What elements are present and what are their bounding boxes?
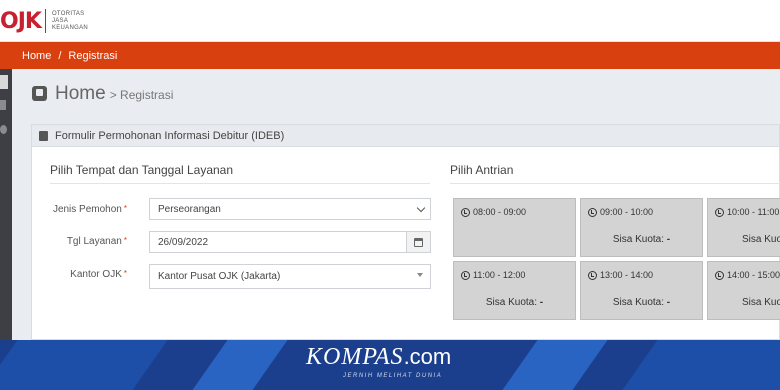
clock-icon <box>588 270 597 280</box>
jenis-pemohon-select[interactable]: Perseorangan <box>149 198 431 220</box>
slot-kuota: Sisa Kuot <box>708 297 780 308</box>
clock-icon <box>588 207 597 217</box>
kantor-ojk-select[interactable]: Kantor Pusat OJK (Jakarta) <box>149 264 431 289</box>
brand-text: KOMPAS <box>306 344 404 370</box>
logo-text: OTORITAS JASA KEUANGAN <box>52 11 88 32</box>
tgl-layanan-value: 26/09/2022 <box>158 236 209 248</box>
breadcrumb-registrasi: Registrasi <box>68 49 118 62</box>
kompas-logo[interactable]: KOMPAS.com JERNIH MELIHAT DUNIA <box>0 340 780 390</box>
label-jenis-pemohon: Jenis Pemohon * <box>32 204 127 215</box>
user-card-icon <box>39 130 48 141</box>
calendar-icon <box>414 237 423 247</box>
sidebar-list-icon[interactable] <box>0 100 6 110</box>
sidebar-info-icon[interactable] <box>0 125 7 134</box>
required-mark: * <box>123 269 127 278</box>
page-subtitle: > Registrasi <box>109 88 174 102</box>
tgl-layanan-input[interactable]: 26/09/2022 <box>149 231 431 253</box>
sidebar <box>0 69 12 340</box>
brand-tagline: JERNIH MELIHAT DUNIA <box>343 373 443 379</box>
slot-kuota: Sisa Kuot <box>708 234 780 245</box>
slot-time: 11:00 - 12:00 <box>461 270 525 280</box>
kuota-label: Sisa Kuot <box>742 297 780 308</box>
brand-suffix: .com <box>403 344 452 369</box>
label-jenis-pemohon-text: Jenis Pemohon <box>52 204 122 215</box>
breadcrumb-separator: / <box>58 49 62 62</box>
slot-time-text: 14:00 - 15:00 <box>727 270 780 280</box>
chevron-down-icon <box>416 203 426 213</box>
slot-0900-1000[interactable]: 09:00 - 10:00 Sisa Kuota: - <box>580 198 703 257</box>
slot-time-text: 10:00 - 11:00 <box>727 207 780 217</box>
panel-title: Formulir Permohonan Informasi Debitur (I… <box>55 129 285 142</box>
slot-kuota: Sisa Kuota: - <box>581 297 702 308</box>
slot-1100-1200[interactable]: 11:00 - 12:00 Sisa Kuota: - <box>453 261 576 320</box>
label-kantor-ojk: Kantor OJK * <box>32 269 127 280</box>
slot-1300-1400[interactable]: 13:00 - 14:00 Sisa Kuota: - <box>580 261 703 320</box>
slot-time: 09:00 - 10:00 <box>588 207 653 217</box>
caret-down-icon <box>417 273 423 277</box>
slot-kuota: Sisa Kuota: - <box>581 234 702 245</box>
logo-mark: OJK <box>0 8 42 34</box>
slot-time-text: 11:00 - 12:00 <box>473 270 526 280</box>
kuota-label: Sisa Kuota: <box>612 234 665 245</box>
kuota-value: - <box>666 234 671 245</box>
slot-time: 10:00 - 11:00 <box>715 207 779 217</box>
slot-time-text: 09:00 - 10:00 <box>600 207 654 217</box>
kantor-ojk-value: Kantor Pusat OJK (Jakarta) <box>158 271 281 282</box>
form-section-title: Pilih Tempat dan Tanggal Layanan <box>50 163 234 177</box>
breadcrumb-home[interactable]: Home <box>22 50 51 62</box>
slot-time-text: 08:00 - 09:00 <box>473 207 527 217</box>
panel-header: Formulir Permohonan Informasi Debitur (I… <box>32 125 779 147</box>
page-title: Home <box>55 83 106 104</box>
clock-icon <box>461 270 470 280</box>
clock-icon <box>715 207 724 217</box>
kuota-label: Sisa Kuota: <box>485 297 538 308</box>
sidebar-form-icon[interactable] <box>0 75 8 89</box>
required-mark: * <box>123 204 127 213</box>
slot-0800-0900[interactable]: 08:00 - 09:00 <box>453 198 576 257</box>
logo-line-2: JASA <box>51 17 69 24</box>
label-kantor-ojk-text: Kantor OJK <box>70 269 122 280</box>
clock-icon <box>461 207 470 217</box>
antrian-title: Pilih Antrian <box>450 163 514 177</box>
kuota-value: - <box>666 297 671 308</box>
kuota-value: - <box>539 297 544 308</box>
breadcrumb: Home / Registrasi <box>0 42 780 69</box>
logo-divider <box>44 9 46 33</box>
slot-1000-1100[interactable]: 10:00 - 11:00 Sisa Kuot <box>707 198 780 257</box>
slot-time: 08:00 - 09:00 <box>461 207 526 217</box>
form-icon <box>32 86 47 101</box>
main-content: Home > Registrasi Formulir Permohonan In… <box>12 69 780 340</box>
label-tgl-layanan-text: Tgl Layanan <box>66 236 122 247</box>
divider <box>50 183 430 184</box>
kompas-banner: KOMPAS.com JERNIH MELIHAT DUNIA <box>0 340 780 390</box>
kuota-label: Sisa Kuot <box>742 234 780 245</box>
slot-kuota: Sisa Kuota: - <box>454 297 575 308</box>
form-panel: Formulir Permohonan Informasi Debitur (I… <box>31 124 780 340</box>
page-header: Home > Registrasi <box>32 83 173 105</box>
slot-time-text: 13:00 - 14:00 <box>600 270 654 280</box>
required-mark: * <box>123 236 127 245</box>
top-header: OJK OTORITAS JASA KEUANGAN <box>0 0 780 42</box>
label-tgl-layanan: Tgl Layanan * <box>32 236 127 247</box>
logo-line-3: KEUANGAN <box>51 24 89 31</box>
slot-time: 14:00 - 15:00 <box>715 270 780 280</box>
brand-name: KOMPAS.com <box>306 344 451 371</box>
logo-line-1: OTORITAS <box>51 10 85 17</box>
kuota-label: Sisa Kuota: <box>612 297 665 308</box>
jenis-pemohon-value: Perseorangan <box>158 203 221 215</box>
ojk-logo[interactable]: OJK OTORITAS JASA KEUANGAN <box>0 6 88 36</box>
calendar-button[interactable] <box>406 232 430 252</box>
slot-time: 13:00 - 14:00 <box>588 270 653 280</box>
clock-icon <box>715 270 724 280</box>
slot-1400-1500[interactable]: 14:00 - 15:00 Sisa Kuot <box>707 261 780 320</box>
divider <box>450 183 780 184</box>
